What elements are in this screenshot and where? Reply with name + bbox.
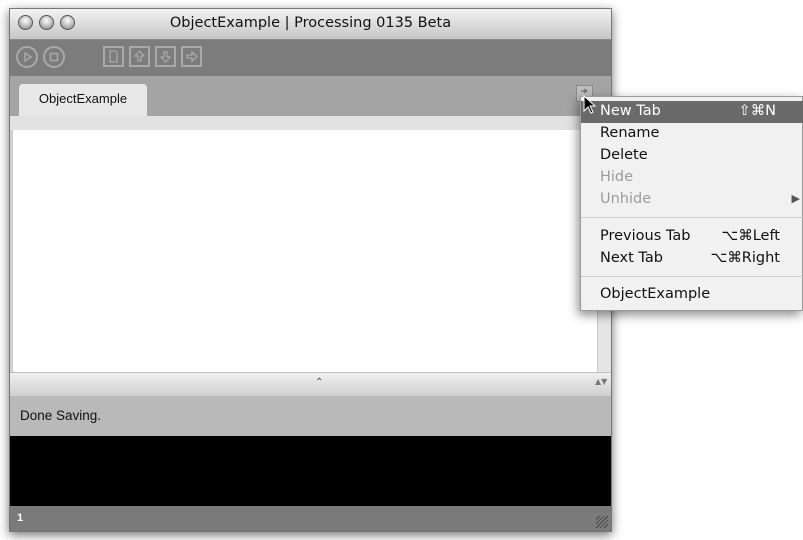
menu-item-objectexample[interactable]: ObjectExample bbox=[581, 284, 803, 306]
status-bar: Done Saving. bbox=[10, 396, 611, 436]
new-icon bbox=[109, 50, 118, 63]
submenu-arrow-icon: ▶ bbox=[791, 192, 800, 205]
toolbar bbox=[10, 40, 611, 76]
menu-item-rename[interactable]: Rename bbox=[581, 123, 803, 145]
menu-item-unhide: Unhide ▶ bbox=[581, 189, 803, 211]
menu-shortcut: ⌥⌘Left bbox=[721, 228, 781, 244]
menu-item-delete[interactable]: Delete bbox=[581, 145, 803, 167]
window-title: ObjectExample | Processing 0135 Beta bbox=[169, 15, 452, 31]
export-icon bbox=[186, 50, 198, 63]
title-bar[interactable]: ObjectExample | Processing 0135 Beta bbox=[10, 9, 611, 40]
menu-item-hide: Hide bbox=[581, 167, 803, 189]
menu-item-next-tab[interactable]: Next Tab ⌥⌘Right bbox=[581, 248, 803, 270]
menu-separator bbox=[581, 276, 803, 277]
save-button[interactable] bbox=[155, 46, 176, 67]
menu-item-label: ObjectExample bbox=[600, 286, 711, 302]
menu-item-label: Previous Tab bbox=[600, 228, 691, 244]
editor-header bbox=[10, 116, 611, 130]
menu-item-label: Rename bbox=[600, 125, 660, 141]
console-area[interactable] bbox=[10, 436, 611, 506]
stop-icon bbox=[49, 52, 59, 62]
menu-shortcut: ⇧⌘N bbox=[738, 103, 777, 119]
tab-context-menu: New Tab ⇧⌘N Rename Delete Hide Unhide ▶ … bbox=[580, 96, 803, 311]
menu-shortcut: ⌥⌘Right bbox=[710, 250, 780, 266]
menu-item-label: New Tab bbox=[600, 103, 661, 119]
run-button[interactable] bbox=[16, 46, 38, 68]
menu-item-label: Delete bbox=[600, 147, 648, 163]
save-icon bbox=[159, 51, 172, 63]
caret-up-icon: ⌃ bbox=[315, 377, 324, 388]
tab-bar: ObjectExample bbox=[10, 76, 611, 116]
menu-item-label: Unhide bbox=[600, 191, 652, 207]
menu-item-label: Next Tab bbox=[600, 250, 663, 266]
line-number-bar: 1 bbox=[10, 506, 611, 531]
menu-item-label: Hide bbox=[600, 169, 634, 185]
code-editor[interactable] bbox=[13, 130, 597, 372]
export-button[interactable] bbox=[181, 46, 202, 67]
scroll-arrows-icon[interactable]: ▲▼ bbox=[595, 377, 607, 386]
menu-item-previous-tab[interactable]: Previous Tab ⌥⌘Left bbox=[581, 226, 803, 248]
menu-item-new-tab[interactable]: New Tab ⇧⌘N bbox=[581, 101, 803, 123]
tab-objectexample[interactable]: ObjectExample bbox=[19, 84, 147, 116]
run-icon bbox=[24, 51, 33, 63]
stop-button[interactable] bbox=[43, 46, 65, 68]
editor-divider[interactable]: ⌃ ▲▼ bbox=[10, 372, 611, 396]
open-button[interactable] bbox=[129, 46, 150, 67]
processing-window: ObjectExample | Processing 0135 Beta Obj… bbox=[9, 8, 612, 532]
open-icon bbox=[133, 50, 146, 62]
new-button[interactable] bbox=[103, 46, 124, 67]
menu-separator bbox=[581, 217, 803, 218]
status-message: Done Saving. bbox=[20, 408, 102, 423]
line-number: 1 bbox=[17, 512, 24, 524]
resize-grip-icon[interactable] bbox=[596, 516, 608, 528]
mouse-cursor-icon bbox=[583, 95, 597, 114]
